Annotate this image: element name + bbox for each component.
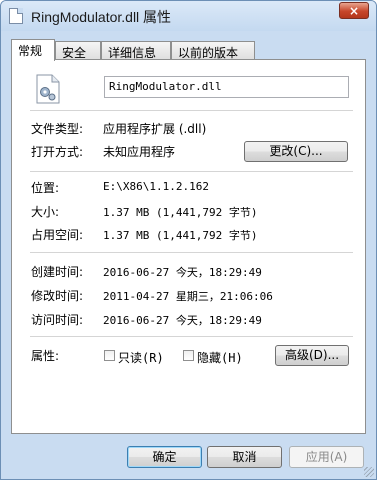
size-label: 大小: (31, 205, 60, 219)
size-value: 1.37 MB (1,441,792 字节) (103, 206, 258, 219)
dll-file-icon (36, 74, 60, 104)
title-bar[interactable]: RingModulator.dll 属性 × (1, 1, 376, 31)
attributes-label: 属性: (31, 349, 60, 363)
created-value: 2016-06-27 今天，18:29:49 (103, 266, 262, 279)
size-on-disk-value: 1.37 MB (1,441,792 字节) (103, 229, 258, 242)
modified-label: 修改时间: (31, 289, 84, 303)
created-label: 创建时间: (31, 265, 84, 279)
resize-grip[interactable] (364, 467, 374, 477)
accessed-label: 访问时间: (31, 313, 84, 327)
apply-button[interactable]: 应用(A) (289, 446, 364, 468)
tab-details[interactable]: 详细信息 (101, 41, 171, 60)
modified-value: 2011-04-27 星期三，21:06:06 (103, 290, 273, 303)
hidden-checkbox[interactable] (183, 350, 194, 361)
separator (30, 171, 353, 172)
location-label: 位置: (31, 181, 60, 195)
change-button[interactable]: 更改(C)... (244, 141, 348, 162)
cancel-button[interactable]: 取消 (207, 446, 282, 468)
separator (30, 336, 353, 337)
readonly-label[interactable]: 只读(R) (118, 349, 164, 366)
properties-window: RingModulator.dll 属性 × 常规 安全 详细信息 以前的版本 … (0, 0, 377, 480)
readonly-checkbox[interactable] (104, 350, 115, 361)
file-name-field[interactable]: RingModulator.dll (104, 76, 349, 98)
opens-with-value: 未知应用程序 (103, 145, 176, 159)
opens-with-label: 打开方式: (31, 145, 84, 159)
location-value: E:\X86\1.1.2.162 (103, 180, 209, 193)
separator (30, 252, 353, 253)
tab-previous-versions[interactable]: 以前的版本 (171, 41, 255, 60)
close-button[interactable]: × (339, 2, 369, 19)
advanced-button[interactable]: 高级(D)... (275, 345, 349, 366)
file-type-value: 应用程序扩展 (.dll) (103, 122, 207, 136)
accessed-value: 2016-06-27 今天，18:29:49 (103, 314, 262, 327)
size-on-disk-label: 占用空间: (31, 228, 84, 242)
tab-general[interactable]: 常规 (11, 39, 55, 61)
file-type-label: 文件类型: (31, 122, 84, 136)
ok-button[interactable]: 确定 (127, 446, 202, 468)
separator (30, 110, 353, 111)
hidden-label[interactable]: 隐藏(H) (197, 349, 243, 366)
file-icon (9, 8, 23, 24)
tab-security[interactable]: 安全 (55, 41, 101, 60)
window-title: RingModulator.dll 属性 (31, 9, 172, 25)
general-tab-panel: RingModulator.dll 文件类型: 应用程序扩展 (.dll) 打开… (11, 59, 366, 434)
